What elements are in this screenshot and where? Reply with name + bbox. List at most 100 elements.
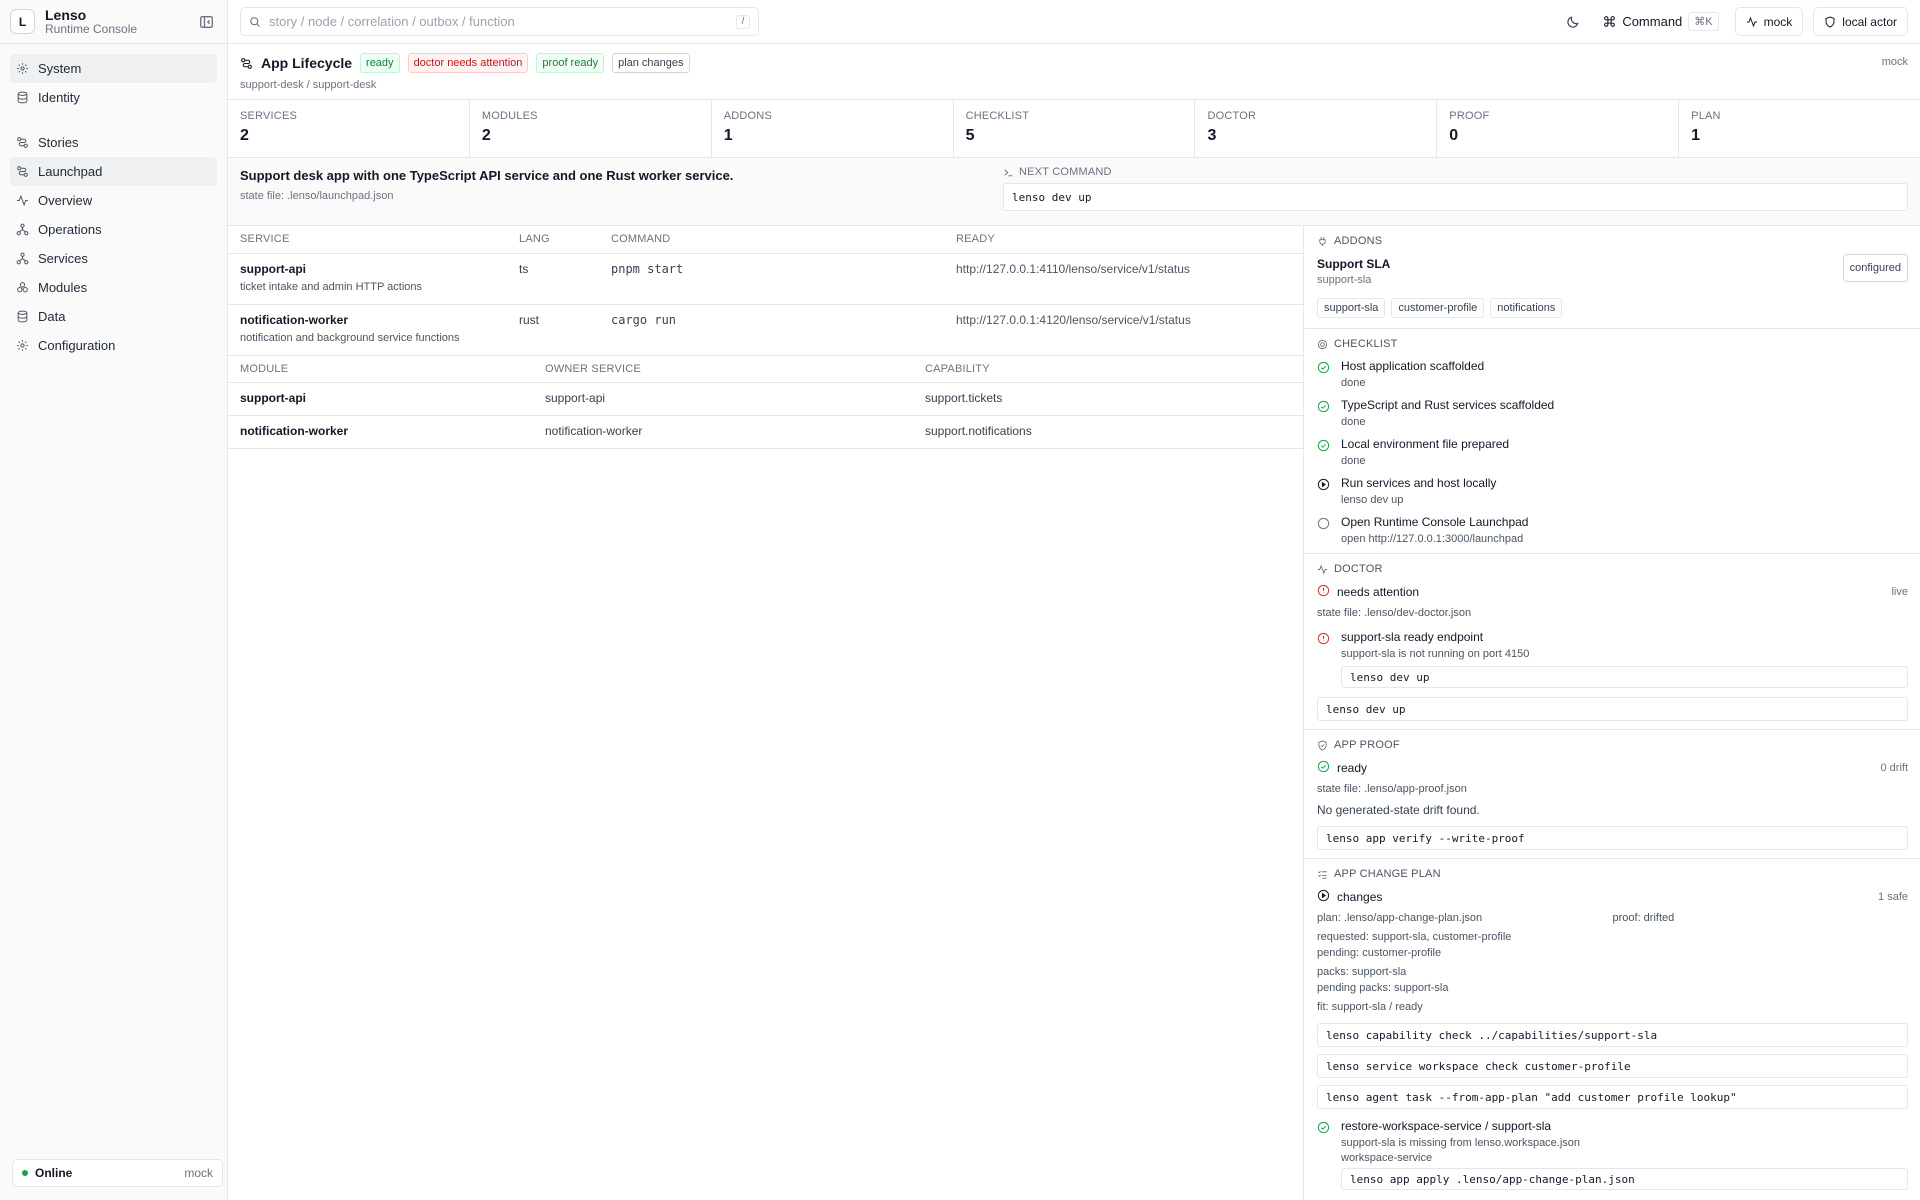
checklist-sub: lenso dev up <box>1341 494 1404 506</box>
checklist-title: Local environment file prepared <box>1341 437 1510 451</box>
check-circle-icon <box>1317 760 1330 773</box>
stat-checklist: CHECKLIST 5 <box>954 100 1196 157</box>
sidebar-item-stories[interactable]: Stories <box>10 128 217 157</box>
route-icon <box>241 57 252 69</box>
service-ready-url[interactable]: http://127.0.0.1:4120/lenso/service/v1/s… <box>944 304 1303 356</box>
search-box[interactable]: / <box>240 7 759 36</box>
addon-status-badge: configured <box>1842 254 1908 282</box>
sidebar-item-identity[interactable]: Identity <box>10 83 217 112</box>
stat-modules: MODULES 2 <box>470 100 712 157</box>
sidebar-item-operations[interactable]: Operations <box>10 215 217 244</box>
checklist-sub: open http://127.0.0.1:3000/launchpad <box>1341 533 1524 545</box>
nodes-icon <box>16 223 29 236</box>
sidebar-item-label: Configuration <box>38 338 116 353</box>
sidebar-item-modules[interactable]: Modules <box>10 273 217 302</box>
addons-section: ADDONS Support SLA support-sla configure… <box>1305 226 1920 329</box>
plan-command[interactable]: lenso capability check ../capabilities/s… <box>1317 1023 1908 1047</box>
proof-message: No generated-state drift found. <box>1317 803 1480 817</box>
sidebar-item-data[interactable]: Data <box>10 302 217 331</box>
status-badge: ready <box>360 53 400 73</box>
module-name: notification-worker <box>228 415 533 449</box>
column-header: MODULE <box>228 355 533 383</box>
service-ready-url[interactable]: http://127.0.0.1:4110/lenso/service/v1/s… <box>944 253 1303 305</box>
proof-command[interactable]: lenso app verify --write-proof <box>1317 826 1908 850</box>
module-capability: support.tickets <box>913 382 1303 416</box>
sidebar: L Lenso Runtime Console System Identity … <box>0 0 228 1200</box>
moon-icon <box>1567 15 1579 28</box>
stat-label: MODULES <box>481 110 538 122</box>
doctor-status: needs attention <box>1337 585 1420 599</box>
checklist-title: Open Runtime Console Launchpad <box>1341 515 1529 529</box>
plan-fit: fit: support-sla / ready <box>1317 1001 1423 1013</box>
stat-plan: PLAN 1 <box>1679 100 1920 157</box>
status-badge: proof ready <box>536 53 605 73</box>
plan-step-command[interactable]: lenso app apply .lenso/app-change-plan.j… <box>1341 1168 1908 1190</box>
module-name: support-api <box>228 382 533 416</box>
table-row[interactable]: support-api ticket intake and admin HTTP … <box>228 253 1303 305</box>
left-panel: SERVICE LANG COMMAND READY support-api ti… <box>228 226 1304 1200</box>
next-command[interactable]: lenso dev up <box>1003 183 1908 211</box>
stat-value: 1 <box>723 127 733 144</box>
section-heading: DOCTOR <box>1334 563 1383 575</box>
connection-status[interactable]: Online mock <box>12 1159 223 1187</box>
page-title: App Lifecycle <box>261 55 353 71</box>
sidebar-item-launchpad[interactable]: Launchpad <box>10 157 217 186</box>
topbar: / Command ⌘K mock local actor <box>228 0 1920 44</box>
column-header: LANG <box>507 226 599 254</box>
plan-requested: requested: support-sla, customer-profile <box>1317 931 1512 943</box>
sidebar-item-overview[interactable]: Overview <box>10 186 217 215</box>
checklist-item[interactable]: Run services and host locally lenso dev u… <box>1317 476 1908 506</box>
column-header: SERVICE <box>228 226 507 254</box>
table-row[interactable]: notification-worker notification and back… <box>228 304 1303 356</box>
checklist-item[interactable]: Local environment file prepared done <box>1317 437 1908 467</box>
section-heading: ADDONS <box>1334 235 1383 247</box>
sidebar-item-services[interactable]: Services <box>10 244 217 273</box>
plan-command[interactable]: lenso service workspace check customer-p… <box>1317 1054 1908 1078</box>
stat-value: 1 <box>1691 127 1701 144</box>
connection-mode: mock <box>184 1166 213 1180</box>
sidebar-item-label: System <box>38 61 82 76</box>
search-input[interactable] <box>269 14 736 29</box>
sidebar-item-system[interactable]: System <box>10 54 217 83</box>
plan-proof: proof: drifted <box>1612 912 1675 924</box>
addon-id: support-sla <box>1317 274 1372 286</box>
app-summary: Support desk app with one TypeScript API… <box>228 158 1920 226</box>
checklist-item[interactable]: TypeScript and Rust services scaffolded d… <box>1317 398 1908 428</box>
brand-logo: L <box>10 9 35 34</box>
issue-command[interactable]: lenso dev up <box>1341 666 1908 688</box>
main: App Lifecycle ready doctor needs attenti… <box>228 44 1920 1200</box>
stat-value: 2 <box>481 127 491 144</box>
checklist-item[interactable]: Host application scaffolded done <box>1317 359 1908 389</box>
table-row[interactable]: notification-worker notification-worker … <box>228 415 1303 449</box>
proof-drift: 0 drift <box>1880 762 1908 774</box>
nodes-icon <box>16 252 29 265</box>
column-header: OWNER SERVICE <box>533 355 913 383</box>
mode-button[interactable]: mock <box>1734 7 1804 36</box>
doctor-command[interactable]: lenso dev up <box>1317 697 1908 721</box>
activity-icon <box>1746 16 1757 27</box>
actor-button[interactable]: local actor <box>1813 7 1908 36</box>
status-badge: doctor needs attention <box>407 53 529 73</box>
stat-value: 3 <box>1207 127 1217 144</box>
command-button[interactable]: Command ⌘K <box>1597 8 1724 36</box>
stat-services: SERVICES 2 <box>228 100 470 157</box>
status-badge: plan changes <box>612 53 690 73</box>
sidebar-item-label: Data <box>38 309 66 324</box>
sidebar-toggle-icon[interactable] <box>195 11 217 33</box>
plan-status: changes <box>1337 890 1383 904</box>
table-row[interactable]: support-api support-api support.tickets <box>228 382 1303 416</box>
plan-packs: packs: support-sla <box>1317 966 1407 978</box>
service-name: support-api <box>240 261 306 276</box>
check-circle-icon <box>1317 400 1330 413</box>
service-lang: rust <box>507 304 599 356</box>
brand-name: Lenso <box>45 6 87 23</box>
theme-toggle-button[interactable] <box>1559 8 1587 36</box>
plan-command[interactable]: lenso agent task --from-app-plan "add cu… <box>1317 1085 1908 1109</box>
connection-status-label: Online <box>35 1166 73 1180</box>
checklist-item[interactable]: Open Runtime Console Launchpad open http:… <box>1317 515 1908 545</box>
stat-label: PROOF <box>1449 110 1490 122</box>
alert-circle-icon <box>1317 584 1330 597</box>
empty-circle-icon <box>1317 517 1330 530</box>
sidebar-item-configuration[interactable]: Configuration <box>10 331 217 360</box>
modules-table: MODULE OWNER SERVICE CAPABILITY support-… <box>228 355 1303 449</box>
